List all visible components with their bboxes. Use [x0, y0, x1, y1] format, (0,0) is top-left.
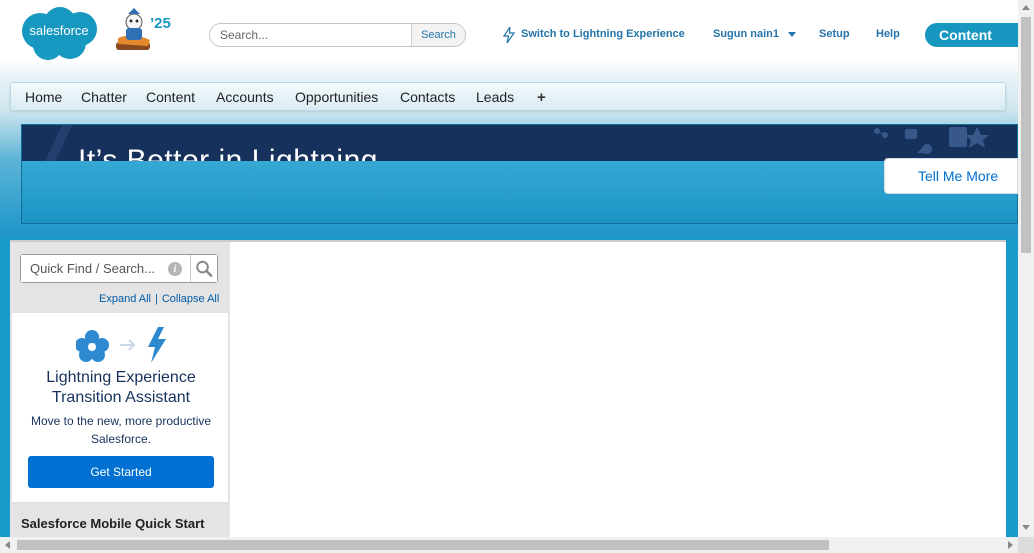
global-search: Search	[209, 23, 466, 47]
search-icon[interactable]	[190, 255, 217, 282]
release-mascot-icon: ’25	[116, 8, 171, 50]
get-started-button[interactable]: Get Started	[28, 456, 214, 488]
quick-find: i	[20, 254, 218, 283]
banner-title: It’s Better in Lightning	[78, 144, 378, 161]
collapse-all-link[interactable]: Collapse All	[162, 293, 219, 305]
vertical-scroll-thumb[interactable]	[1021, 17, 1031, 253]
banner-illustration-icon	[874, 127, 989, 154]
help-link[interactable]: Help	[876, 28, 900, 40]
quick-find-input[interactable]	[21, 255, 217, 282]
app-menu-button[interactable]: Content	[925, 23, 1018, 47]
lightning-bolt-icon	[503, 27, 515, 43]
info-icon[interactable]: i	[168, 262, 182, 276]
vertical-scrollbar[interactable]	[1018, 0, 1034, 537]
logo-text: salesforce	[29, 23, 88, 38]
banner-decoration	[32, 125, 82, 161]
scroll-right-arrow-icon[interactable]	[1008, 541, 1013, 549]
tab-contacts[interactable]: Contacts	[400, 89, 455, 105]
tell-me-more-button[interactable]: Tell Me More	[884, 158, 1018, 194]
banner-header: It’s Better in Lightning	[22, 125, 1017, 161]
assistant-title: Lightning Experience Transition Assistan…	[46, 369, 196, 406]
horizontal-scroll-thumb[interactable]	[17, 540, 829, 550]
scrollbar-corner	[1018, 537, 1034, 553]
tab-leads[interactable]: Leads	[476, 89, 514, 105]
horizontal-scrollbar[interactable]	[0, 537, 1018, 553]
separator: |	[154, 293, 158, 305]
all-tabs-plus-icon[interactable]: +	[537, 89, 546, 106]
switch-to-lightning-link[interactable]: Switch to Lightning Experience	[521, 28, 685, 40]
scroll-up-arrow-icon[interactable]	[1022, 5, 1030, 10]
assistant-description: Move to the new, more productive Salesfo…	[30, 414, 212, 446]
scroll-left-arrow-icon[interactable]	[5, 541, 10, 549]
transition-assistant-card: Lightning Experience Transition Assistan…	[11, 312, 229, 503]
tab-opportunities[interactable]: Opportunities	[295, 89, 378, 105]
classic-to-lightning-icon	[76, 327, 166, 363]
user-menu[interactable]: Sugun nain1	[713, 28, 779, 40]
salesforce-logo[interactable]: salesforce	[18, 5, 100, 61]
release-badge: ’25	[150, 15, 171, 32]
tab-home[interactable]: Home	[25, 89, 62, 105]
tab-content[interactable]: Content	[146, 89, 195, 105]
mobile-quick-start-heading[interactable]: Salesforce Mobile Quick Start	[21, 516, 205, 531]
banner-body	[22, 161, 1017, 223]
tab-accounts[interactable]: Accounts	[216, 89, 274, 105]
global-search-input[interactable]	[210, 24, 411, 46]
global-search-button[interactable]: Search	[411, 24, 465, 46]
setup-link[interactable]: Setup	[819, 28, 850, 40]
lightning-banner: It’s Better in Lightning	[21, 124, 1018, 224]
chevron-down-icon[interactable]	[788, 32, 796, 37]
tab-bar: Home Chatter Content Accounts Opportunit…	[10, 82, 1006, 111]
expand-all-link[interactable]: Expand All	[99, 293, 151, 305]
scroll-down-arrow-icon[interactable]	[1022, 525, 1030, 530]
expand-collapse-controls: Expand All | Collapse All	[99, 293, 219, 305]
tab-chatter[interactable]: Chatter	[81, 89, 127, 105]
